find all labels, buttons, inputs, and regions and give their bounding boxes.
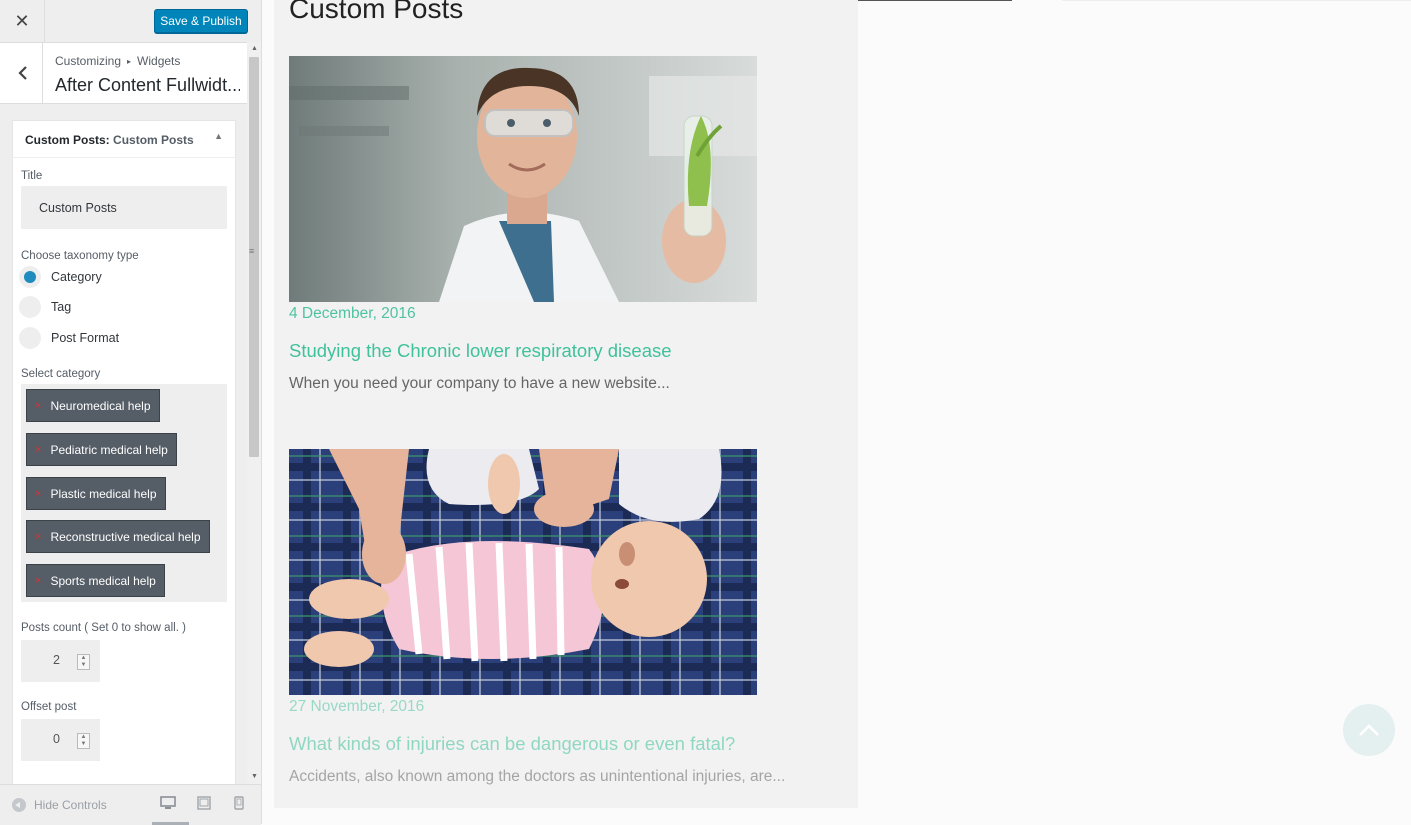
remove-icon[interactable]: × [35, 531, 41, 543]
radio-label: Post Format [51, 331, 120, 345]
chip-label: Pediatric medical help [50, 442, 168, 457]
preview-section-title: Custom Posts [289, 0, 464, 24]
post-date: 27 November, 2016 [289, 698, 425, 715]
save-publish-button[interactable]: Save & Publish [154, 9, 248, 33]
title-label: Title [21, 170, 43, 182]
post-title-link[interactable]: What kinds of injuries can be dangerous … [289, 733, 735, 755]
close-icon[interactable]: ✕ [0, 0, 45, 42]
post-excerpt: Accidents, also known among the doctors … [289, 768, 786, 785]
radio-button[interactable] [19, 296, 41, 318]
post-title-link[interactable]: Studying the Chronic lower respiratory d… [289, 340, 672, 362]
radio-label: Tag [51, 300, 72, 314]
category-label: Select category [21, 368, 101, 380]
spinner-arrows-icon[interactable]: ▲ ▼ [77, 733, 90, 749]
breadcrumb-parent: Customizing [55, 54, 122, 68]
hide-controls-button[interactable]: Hide Controls [12, 798, 107, 812]
category-chip: × Pediatric medical help [26, 433, 177, 466]
offset-label: Offset post [21, 701, 77, 713]
widget-header[interactable]: Custom Posts: Custom Posts ▲ [13, 121, 235, 158]
grip-icon: ≡ [249, 246, 255, 256]
scroll-to-top-icon[interactable] [1343, 704, 1395, 756]
scroll-down-arrow-icon[interactable]: ▼ [251, 773, 258, 780]
collapse-arrow-icon[interactable]: ▲ [214, 131, 223, 141]
tablet-icon[interactable] [197, 796, 217, 816]
radio-button-selected[interactable] [19, 266, 41, 288]
radio-button[interactable] [19, 327, 41, 349]
customizer-sidebar: ✕ Save & Publish Customizing ▸ Widgets A… [0, 0, 262, 825]
title-input[interactable] [21, 186, 227, 229]
remove-icon[interactable]: × [35, 400, 41, 412]
category-chip: × Reconstructive medical help [26, 520, 210, 553]
offset-stepper[interactable]: 0 ▲ ▼ [21, 719, 100, 761]
posts-count-value: 2 [53, 653, 60, 667]
category-chip: × Plastic medical help [26, 477, 166, 510]
remove-icon[interactable]: × [35, 488, 41, 500]
scroll-up-arrow-icon[interactable]: ▲ [251, 45, 258, 52]
widget-title-prefix: Custom Posts: [25, 133, 110, 147]
desktop-icon[interactable] [160, 796, 180, 816]
back-arrow-icon[interactable] [0, 43, 43, 103]
top-divider-right [1062, 0, 1411, 1]
post-thumbnail[interactable] [289, 56, 757, 302]
sidebar-scrollbar[interactable]: ▲ ≡ ▼ [247, 42, 261, 784]
controls-scroll-area: Custom Posts: Custom Posts ▲ Title Choos… [0, 104, 247, 784]
section-title: After Content Fullwidt... [55, 75, 240, 95]
section-header: Customizing ▸ Widgets After Content Full… [0, 43, 247, 104]
breadcrumb-current: Widgets [137, 54, 181, 68]
remove-icon[interactable]: × [35, 444, 41, 456]
breadcrumb: Customizing ▸ Widgets [55, 54, 180, 68]
offset-value: 0 [53, 732, 60, 746]
radio-post-format[interactable]: Post Format [19, 327, 119, 349]
category-multiselect[interactable]: × Neuromedical help × Pediatric medical … [21, 384, 227, 602]
customizer-header: ✕ Save & Publish [0, 0, 261, 43]
radio-label: Category [51, 270, 102, 284]
chip-label: Reconstructive medical help [50, 529, 201, 544]
custom-posts-widget: Custom Posts: Custom Posts ▲ Title Choos… [12, 120, 236, 784]
scrollbar-thumb[interactable] [249, 57, 259, 457]
post-thumbnail[interactable] [289, 449, 757, 695]
category-chip: × Neuromedical help [26, 389, 160, 422]
breadcrumb-separator-icon: ▸ [127, 56, 132, 66]
customizer-footer: Hide Controls [0, 784, 261, 825]
posts-count-label: Posts count ( Set 0 to show all. ) [21, 622, 186, 634]
hide-controls-icon [12, 798, 26, 812]
widget-title: Custom Posts: Custom Posts [25, 133, 194, 147]
chip-label: Neuromedical help [50, 398, 151, 413]
posts-count-stepper[interactable]: 2 ▲ ▼ [21, 640, 100, 682]
remove-icon[interactable]: × [35, 575, 41, 587]
taxonomy-label: Choose taxonomy type [21, 250, 139, 262]
radio-category[interactable]: Category [19, 266, 102, 288]
post-excerpt: When you need your company to have a new… [289, 375, 670, 392]
chip-label: Plastic medical help [50, 486, 157, 501]
widget-title-name: Custom Posts [113, 133, 194, 147]
mobile-icon[interactable] [234, 796, 254, 816]
spinner-arrows-icon[interactable]: ▲ ▼ [77, 654, 90, 670]
category-chip: × Sports medical help [26, 564, 165, 597]
site-preview: Custom Posts 4 December, 2016 Studying t… [262, 0, 1411, 824]
hide-controls-label: Hide Controls [34, 798, 107, 812]
chip-label: Sports medical help [50, 573, 156, 588]
radio-tag[interactable]: Tag [19, 296, 71, 318]
post-date: 4 December, 2016 [289, 305, 416, 322]
